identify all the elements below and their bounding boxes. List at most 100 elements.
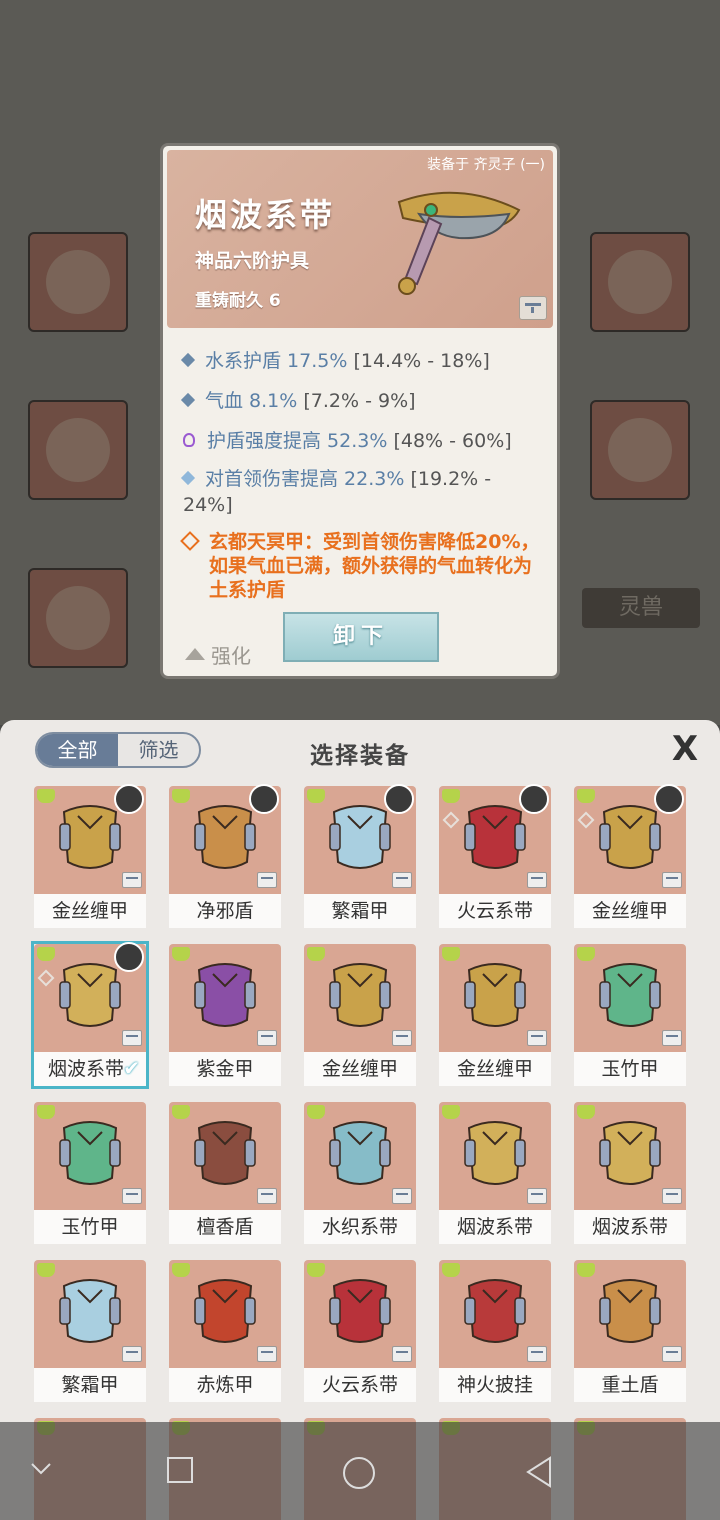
equipment-label: 烟波系带 xyxy=(574,1210,686,1244)
bg-equip-slot xyxy=(28,568,128,668)
equipment-cell[interactable]: 玉竹甲 xyxy=(34,1102,146,1244)
check-icon: ✔ xyxy=(123,1056,140,1080)
close-icon[interactable]: X xyxy=(668,732,702,766)
item-detail-card: 装备于 齐灵子 (一) 烟波系带 神品六阶护具 重铸耐久 6 水系护盾 17.5… xyxy=(160,143,560,679)
equipment-cell[interactable]: 繁霜甲 xyxy=(304,784,416,928)
armor-type-icon xyxy=(172,789,190,803)
flame-icon xyxy=(183,432,195,447)
equipment-icon xyxy=(329,1279,391,1343)
equipment-icon xyxy=(464,805,526,869)
equipment-label: 赤炼甲 xyxy=(169,1368,281,1402)
equipment-cell[interactable]: 烟波系带 xyxy=(574,1102,686,1244)
item-name: 烟波系带 xyxy=(195,196,336,234)
equipment-icon xyxy=(464,1121,526,1185)
character-avatar xyxy=(654,784,684,814)
armor-type-icon xyxy=(577,1105,595,1119)
storage-icon[interactable] xyxy=(519,296,547,320)
enhance-button[interactable]: 强化 xyxy=(185,640,251,669)
chevron-down-icon[interactable] xyxy=(30,1462,52,1476)
storage-icon xyxy=(257,1346,277,1362)
equipment-cell[interactable]: 繁霜甲 xyxy=(34,1260,146,1402)
armor-type-icon xyxy=(307,1105,325,1119)
equipment-label: 金丝缠甲 xyxy=(304,1052,416,1086)
equipment-cell[interactable]: 神火披挂 xyxy=(439,1260,551,1402)
equipment-label: 繁霜甲 xyxy=(304,894,416,928)
recent-apps-icon[interactable] xyxy=(166,1456,194,1484)
storage-icon xyxy=(392,872,412,888)
armor-type-icon xyxy=(442,789,460,803)
attribute-row: 护盾强度提高 52.3% [48% - 60%] xyxy=(183,426,512,453)
equipment-cell[interactable]: 重土盾 xyxy=(574,1260,686,1402)
back-icon[interactable] xyxy=(524,1456,554,1488)
storage-icon xyxy=(257,1188,277,1204)
bg-equip-slot xyxy=(590,232,690,332)
attribute-row: 气血 8.1% [7.2% - 9%] xyxy=(180,386,416,413)
equipment-cell[interactable]: 金丝缠甲 xyxy=(439,944,551,1086)
equipment-label: 净邪盾 xyxy=(169,894,281,928)
armor-type-icon xyxy=(37,1105,55,1119)
equipment-cell[interactable]: 净邪盾 xyxy=(169,784,281,928)
equipment-cell[interactable]: 檀香盾 xyxy=(169,1102,281,1244)
home-icon[interactable] xyxy=(342,1456,376,1490)
equipment-cell[interactable]: 烟波系带 ✔ xyxy=(31,941,149,1089)
bg-equip-slot xyxy=(590,400,690,500)
storage-icon xyxy=(662,1346,682,1362)
armor-type-icon xyxy=(172,1263,190,1277)
storage-icon xyxy=(122,1188,142,1204)
armor-type-icon xyxy=(577,789,595,803)
equipment-cell[interactable]: 水织系带 xyxy=(304,1102,416,1244)
light-diamond-icon xyxy=(180,470,196,485)
character-avatar xyxy=(384,784,414,814)
equipment-icon xyxy=(194,963,256,1027)
storage-icon xyxy=(392,1030,412,1046)
equipment-label: 神火披挂 xyxy=(439,1368,551,1402)
armor-type-icon xyxy=(577,947,595,961)
water-diamond-icon xyxy=(180,352,196,367)
armor-type-icon xyxy=(37,789,55,803)
equipment-icon xyxy=(59,1279,121,1343)
storage-icon xyxy=(662,872,682,888)
item-grade: 神品六阶护具 xyxy=(195,250,310,272)
equipment-icon xyxy=(599,963,661,1027)
storage-icon xyxy=(122,1346,142,1362)
equipment-label: 繁霜甲 xyxy=(34,1368,146,1402)
equipment-cell[interactable]: 火云系带 xyxy=(304,1260,416,1402)
equipment-label: 烟波系带 xyxy=(439,1210,551,1244)
armor-type-icon xyxy=(307,789,325,803)
equipment-cell[interactable]: 紫金甲 xyxy=(169,944,281,1086)
equipment-icon xyxy=(464,963,526,1027)
attribute-row: 对首领伤害提高 22.3% [19.2% - 24%] xyxy=(180,466,543,518)
character-avatar xyxy=(114,942,144,972)
equipment-icon xyxy=(329,1121,391,1185)
equipment-cell[interactable]: 烟波系带 xyxy=(439,1102,551,1244)
character-avatar xyxy=(114,784,144,814)
unequip-button[interactable]: 卸下 xyxy=(283,612,439,662)
up-arrow-icon xyxy=(185,647,205,660)
equipment-label: 水织系带 xyxy=(304,1210,416,1244)
attribute-row: 水系护盾 17.5% [14.4% - 18%] xyxy=(180,346,490,373)
storage-icon xyxy=(257,872,277,888)
special-effect: 玄都天冥甲：受到首领伤害降低20%，如果气血已满，额外获得的气血转化为土系护盾 xyxy=(180,530,543,602)
armor-type-icon xyxy=(172,1105,190,1119)
equipment-label: 火云系带 xyxy=(304,1368,416,1402)
equipment-label: 紫金甲 xyxy=(169,1052,281,1086)
armor-type-icon xyxy=(37,1263,55,1277)
bg-spirit-beast-tab: 灵兽 xyxy=(582,588,700,628)
equipment-icon xyxy=(599,1121,661,1185)
storage-icon xyxy=(527,872,547,888)
armor-type-icon xyxy=(37,947,55,961)
equipment-select-panel: 全部 筛选 选择装备 X 金丝缠甲 净邪盾 繁霜甲 火云系带 金丝缠甲 烟波系带 ✔ 紫金甲金… xyxy=(0,720,720,1520)
equipment-cell[interactable]: 金丝缠甲 xyxy=(304,944,416,1086)
equipment-label: 金丝缠甲 xyxy=(574,894,686,928)
equipment-label: 金丝缠甲 xyxy=(439,1052,551,1086)
equipment-label: 重土盾 xyxy=(574,1368,686,1402)
armor-type-icon xyxy=(442,1263,460,1277)
storage-icon xyxy=(527,1030,547,1046)
equipment-cell[interactable]: 金丝缠甲 xyxy=(574,784,686,928)
equipment-label: 玉竹甲 xyxy=(574,1052,686,1086)
equipment-cell[interactable]: 金丝缠甲 xyxy=(34,784,146,928)
equipment-cell[interactable]: 玉竹甲 xyxy=(574,944,686,1086)
equipment-cell[interactable]: 赤炼甲 xyxy=(169,1260,281,1402)
storage-icon xyxy=(122,1030,142,1046)
equipment-cell[interactable]: 火云系带 xyxy=(439,784,551,928)
